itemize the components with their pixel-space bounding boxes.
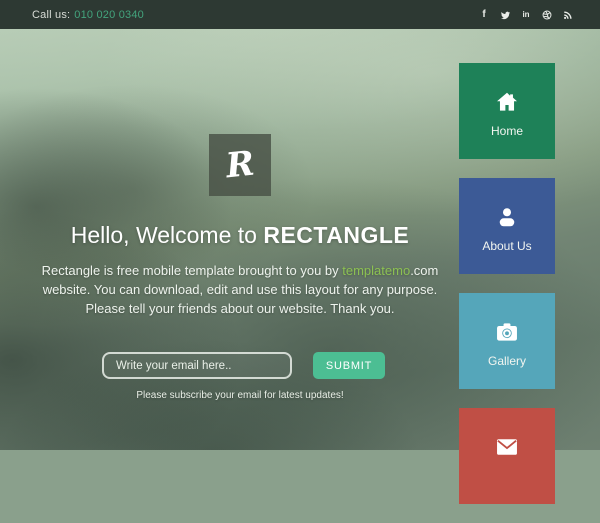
top-bar: Call us: 010 020 0340 f in: [0, 0, 600, 29]
camera-icon: [494, 319, 520, 345]
nav-label-gallery: Gallery: [488, 354, 526, 368]
envelope-icon: [494, 434, 520, 460]
email-input[interactable]: [102, 352, 292, 379]
call-us-label: Call us:: [32, 9, 70, 21]
twitter-icon[interactable]: [499, 9, 511, 21]
nav-box-home[interactable]: Home: [459, 63, 555, 159]
intro-text-before: Rectangle is free mobile template brough…: [42, 263, 343, 278]
user-icon: [494, 204, 520, 230]
page-title-prefix: Hello, Welcome to: [71, 222, 264, 248]
dribbble-icon[interactable]: [541, 9, 553, 21]
linkedin-icon[interactable]: in: [520, 9, 532, 21]
site-logo: R: [209, 134, 271, 196]
social-links: f in: [478, 9, 574, 21]
logo-letter: R: [224, 147, 256, 184]
page-title-brand: RECTANGLE: [263, 222, 409, 248]
intro-paragraph: Rectangle is free mobile template brough…: [24, 261, 456, 318]
templatemo-link[interactable]: templatemo: [342, 263, 410, 278]
subscribe-note: Please subscribe your email for latest u…: [0, 390, 480, 401]
nav-box-gallery[interactable]: Gallery: [459, 293, 555, 389]
page-title: Hello, Welcome to RECTANGLE: [0, 222, 480, 249]
nav-box-about-us[interactable]: About Us: [459, 178, 555, 274]
submit-button[interactable]: SUBMIT: [313, 352, 385, 379]
nav-label-home: Home: [491, 124, 523, 138]
right-nav-rail: Home About Us Gallery: [459, 63, 555, 523]
call-us: Call us: 010 020 0340: [32, 9, 144, 21]
nav-label-about-us: About Us: [482, 239, 531, 253]
facebook-icon[interactable]: f: [478, 9, 490, 21]
nav-box-contact[interactable]: [459, 408, 555, 504]
phone-number-link[interactable]: 010 020 0340: [74, 9, 144, 21]
home-icon: [494, 89, 520, 115]
rss-icon[interactable]: [562, 9, 574, 21]
